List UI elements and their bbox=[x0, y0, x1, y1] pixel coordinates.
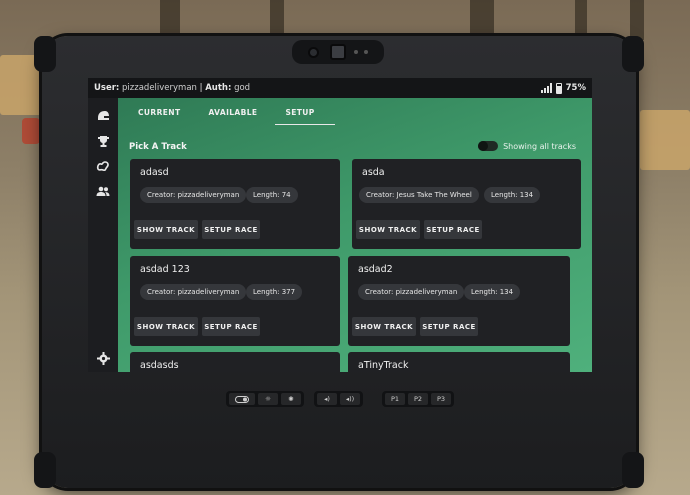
trophy-icon[interactable] bbox=[95, 133, 111, 149]
camera-lens-icon bbox=[308, 47, 319, 58]
track-card: asdad2 Creator: pizzadeliveryman Length:… bbox=[348, 256, 570, 346]
helmet-icon[interactable] bbox=[95, 107, 111, 123]
gear-icon[interactable] bbox=[95, 350, 111, 366]
users-icon[interactable] bbox=[95, 183, 111, 199]
setup-race-button[interactable]: SETUP RACE bbox=[202, 317, 260, 336]
tab-current[interactable]: CURRENT bbox=[124, 106, 194, 125]
screen: User: pizzadeliveryman | Auth: god 75% C… bbox=[88, 78, 592, 372]
track-name: adasd bbox=[140, 167, 169, 178]
length-chip: Length: 74 bbox=[246, 187, 298, 203]
track-icon[interactable] bbox=[95, 158, 111, 174]
toggle-hardware-button[interactable] bbox=[229, 393, 255, 405]
track-name: asdad 123 bbox=[140, 264, 190, 275]
user-label: User: bbox=[94, 83, 120, 93]
background-post bbox=[470, 0, 494, 40]
background-post bbox=[160, 0, 180, 40]
show-track-button[interactable]: SHOW TRACK bbox=[356, 220, 420, 239]
brightness-down-icon[interactable]: ☼ bbox=[258, 393, 278, 405]
setup-race-button[interactable]: SETUP RACE bbox=[424, 220, 482, 239]
tab-available[interactable]: AVAILABLE bbox=[194, 106, 271, 125]
length-chip: Length: 377 bbox=[246, 284, 303, 300]
background-post bbox=[575, 0, 587, 40]
background-object bbox=[22, 118, 40, 144]
track-card: asda Creator: Jesus Take The Wheel Lengt… bbox=[352, 159, 581, 249]
sidebar bbox=[88, 98, 118, 372]
profile-1-button[interactable]: P1 bbox=[385, 393, 405, 405]
creator-chip: Creator: pizzadeliveryman bbox=[140, 187, 247, 203]
show-all-tracks-toggle[interactable]: Showing all tracks bbox=[478, 141, 576, 151]
creator-chip: Creator: pizzadeliveryman bbox=[140, 284, 247, 300]
hardware-buttons-volume: ◂) ◂)) bbox=[314, 391, 363, 407]
status-indicators: 75% bbox=[540, 82, 586, 94]
tab-setup[interactable]: SETUP bbox=[271, 106, 335, 125]
track-name: asdasds bbox=[140, 360, 179, 371]
sensor-icon bbox=[364, 50, 368, 54]
setup-race-button[interactable]: SETUP RACE bbox=[202, 220, 260, 239]
show-track-button[interactable]: SHOW TRACK bbox=[134, 317, 198, 336]
creator-chip: Creator: pizzadeliveryman bbox=[358, 284, 465, 300]
section-title: Pick A Track bbox=[129, 142, 187, 152]
length-chip: Length: 134 bbox=[464, 284, 521, 300]
tablet-bumper bbox=[622, 36, 644, 72]
signal-icon bbox=[540, 83, 552, 93]
profile-3-button[interactable]: P3 bbox=[431, 393, 451, 405]
tablet-device: User: pizzadeliveryman | Auth: god 75% C… bbox=[34, 36, 644, 488]
sensor-icon bbox=[354, 50, 358, 54]
setup-race-button[interactable]: SETUP RACE bbox=[420, 317, 478, 336]
background-post bbox=[270, 0, 284, 40]
toggle-label: Showing all tracks bbox=[503, 141, 576, 151]
length-chip: Length: 134 bbox=[484, 187, 541, 203]
battery-percentage: 75% bbox=[565, 83, 586, 93]
track-card: adasd Creator: pizzadeliveryman Length: … bbox=[130, 159, 340, 249]
camera-bar bbox=[292, 40, 384, 64]
track-card: asdasds bbox=[130, 352, 340, 372]
camera-icon bbox=[330, 44, 346, 60]
auth-label: Auth: bbox=[205, 83, 232, 93]
track-name: asda bbox=[362, 167, 385, 178]
status-bar: User: pizzadeliveryman | Auth: god 75% bbox=[88, 78, 592, 98]
hardware-buttons-profiles: P1 P2 P3 bbox=[382, 391, 454, 407]
track-card: asdad 123 Creator: pizzadeliveryman Leng… bbox=[130, 256, 340, 346]
battery-icon bbox=[555, 82, 562, 94]
volume-down-icon[interactable]: ◂) bbox=[317, 393, 337, 405]
background-crate bbox=[640, 110, 690, 170]
tablet-bumper bbox=[34, 36, 56, 72]
show-track-button[interactable]: SHOW TRACK bbox=[352, 317, 416, 336]
volume-up-icon[interactable]: ◂)) bbox=[340, 393, 360, 405]
creator-chip: Creator: Jesus Take The Wheel bbox=[359, 187, 479, 203]
track-card: aTinyTrack bbox=[348, 352, 570, 372]
track-name: asdad2 bbox=[358, 264, 393, 275]
user-info: User: pizzadeliveryman | Auth: god bbox=[94, 83, 250, 93]
background-post bbox=[630, 0, 644, 40]
main-panel: CURRENT AVAILABLE SETUP Pick A Track Sho… bbox=[118, 98, 592, 372]
brightness-up-icon[interactable]: ✺ bbox=[281, 393, 301, 405]
tab-bar: CURRENT AVAILABLE SETUP bbox=[124, 106, 335, 125]
user-name: pizzadeliveryman bbox=[122, 83, 197, 93]
tablet-bumper bbox=[34, 452, 56, 488]
tablet-bumper bbox=[622, 452, 644, 488]
show-track-button[interactable]: SHOW TRACK bbox=[134, 220, 198, 239]
auth-value: god bbox=[234, 83, 251, 93]
profile-2-button[interactable]: P2 bbox=[408, 393, 428, 405]
toggle-switch[interactable] bbox=[478, 141, 499, 151]
hardware-buttons-left: ☼ ✺ bbox=[226, 391, 304, 407]
track-name: aTinyTrack bbox=[358, 360, 409, 371]
